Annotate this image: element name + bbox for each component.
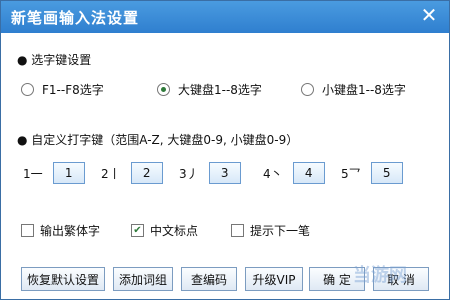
option-chinese-punctuation[interactable]: ✔ 中文标点 (131, 222, 198, 239)
checkbox-label: 中文标点 (150, 224, 199, 238)
radio-label: F1--F8选字 (42, 82, 104, 97)
select-key-heading: ● 选字键设置 (17, 53, 92, 67)
radio-circle[interactable] (301, 82, 314, 96)
hotkey-label: 1一 (23, 166, 43, 181)
hotkey-item-4: 4丶 4 (263, 162, 325, 184)
checkbox[interactable] (231, 224, 244, 237)
hotkey-item-5: 5乛 5 (341, 162, 403, 184)
upgrade-vip-button[interactable]: 升级VIP (245, 267, 303, 291)
checkbox-checked[interactable]: ✔ (131, 224, 144, 237)
hotkey-button-2[interactable]: 2 (130, 162, 163, 184)
radio-numpad[interactable]: 小键盘1--8选字 (301, 80, 406, 98)
hotkey-button-4[interactable]: 4 (292, 162, 325, 184)
restore-defaults-button[interactable]: 恢复默认设置 (21, 267, 105, 291)
radio-main-keyboard[interactable]: 大键盘1--8选字 (157, 80, 262, 98)
hotkey-button-3[interactable]: 3 (208, 162, 241, 184)
hotkey-item-1: 1一 1 (23, 162, 85, 184)
hotkey-label: 3丿 (179, 166, 199, 181)
hotkey-label: 4丶 (263, 166, 283, 181)
hotkey-label: 5乛 (341, 166, 361, 181)
hotkey-button-1[interactable]: 1 (52, 162, 85, 184)
hotkey-item-3: 3丿 3 (179, 162, 241, 184)
window-title: 新笔画输入法设置 (11, 9, 140, 27)
option-next-stroke-hint[interactable]: 提示下一笔 (231, 222, 310, 239)
radio-circle-selected[interactable] (157, 82, 170, 96)
checkbox[interactable] (21, 224, 34, 237)
lookup-code-button[interactable]: 查编码 (181, 267, 237, 291)
checkbox-label: 提示下一笔 (250, 224, 311, 238)
close-icon[interactable]: ✕ (419, 5, 439, 25)
custom-keys-heading: ● 自定义打字键（范围A-Z, 大键盘0-9, 小键盘0-9） (17, 133, 299, 147)
hotkey-item-2: 2丨 2 (101, 162, 163, 184)
hotkey-button-5[interactable]: 5 (370, 162, 403, 184)
radio-label: 小键盘1--8选字 (322, 82, 406, 97)
option-traditional[interactable]: 输出繁体字 (21, 222, 100, 239)
title-bar[interactable]: 新笔画输入法设置 ✕ (1, 1, 449, 33)
hotkey-label: 2丨 (101, 166, 121, 181)
add-phrase-button[interactable]: 添加词组 (113, 267, 173, 291)
checkbox-label: 输出繁体字 (40, 224, 101, 238)
watermark: 当游网 (353, 265, 407, 286)
radio-label: 大键盘1--8选字 (178, 82, 262, 97)
settings-window: 新笔画输入法设置 ✕ ● 选字键设置 F1--F8选字 大键盘1--8选字 小键… (0, 0, 450, 300)
radio-f1-f8[interactable]: F1--F8选字 (21, 80, 104, 98)
radio-circle[interactable] (21, 82, 34, 96)
